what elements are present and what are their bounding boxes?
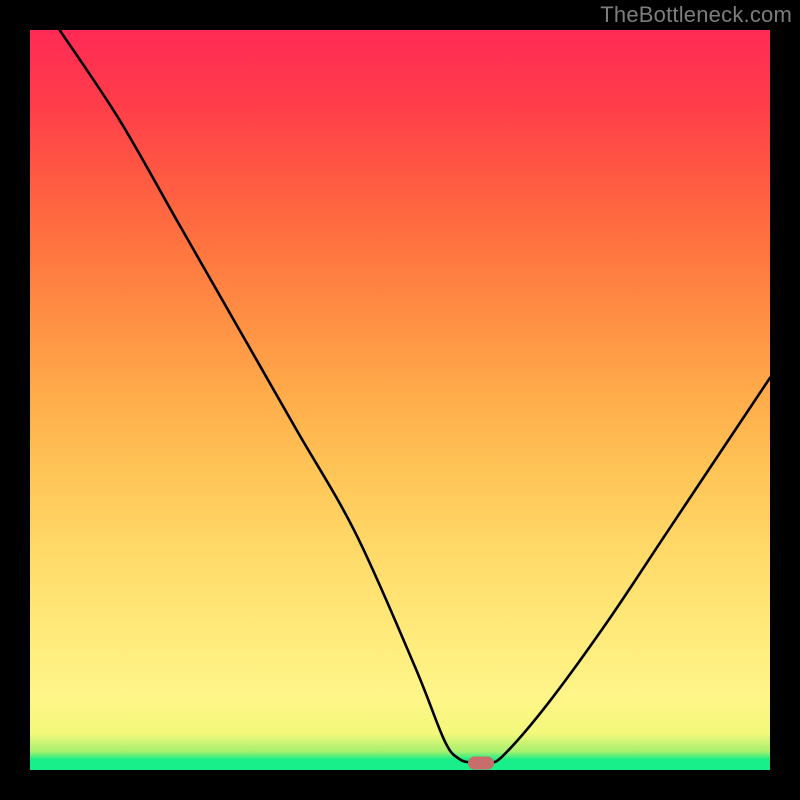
watermark-text: TheBottleneck.com [600,2,792,28]
optimal-point-marker [468,756,494,769]
chart-frame: TheBottleneck.com [0,0,800,800]
plot-area [30,30,770,770]
bottleneck-curve [30,30,770,770]
